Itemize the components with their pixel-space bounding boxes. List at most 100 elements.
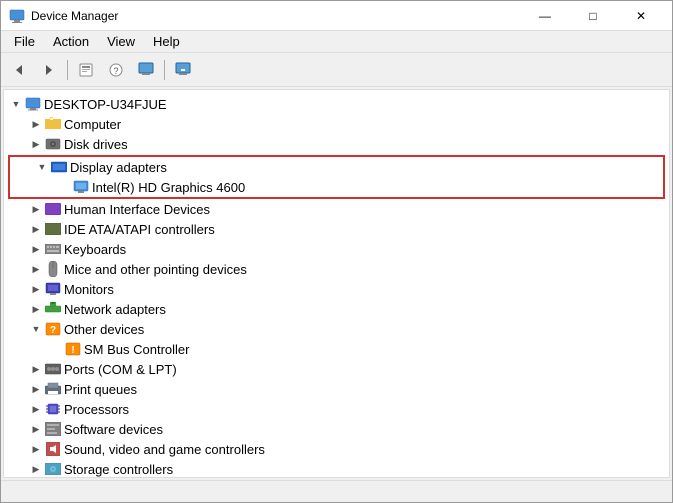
computer-icon xyxy=(24,96,42,112)
tree-item-intel-hd[interactable]: Intel(R) HD Graphics 4600 xyxy=(10,177,663,197)
mice-label: Mice and other pointing devices xyxy=(64,262,247,277)
tree-item-computer[interactable]: ▶ Computer xyxy=(4,114,669,134)
expand-sound[interactable]: ▶ xyxy=(28,441,44,457)
computer-label: Computer xyxy=(64,117,121,132)
menu-action[interactable]: Action xyxy=(44,31,98,52)
minimize-button[interactable]: — xyxy=(522,1,568,31)
tree-item-disk-drives[interactable]: ▶ Disk drives xyxy=(4,134,669,154)
properties-button[interactable] xyxy=(72,57,100,83)
display-adapters-label: Display adapters xyxy=(70,160,167,175)
mouse-icon xyxy=(44,261,62,277)
keyboard-icon xyxy=(44,241,62,257)
svg-text:!: ! xyxy=(71,345,74,356)
expand-display-adapters[interactable]: ▼ xyxy=(34,159,50,175)
monitors-label: Monitors xyxy=(64,282,114,297)
expand-disk-drives[interactable]: ▶ xyxy=(28,136,44,152)
device-tree[interactable]: ▼ DESKTOP-U34FJUE ▶ xyxy=(4,90,669,477)
forward-button[interactable] xyxy=(35,57,63,83)
software-devices-icon xyxy=(44,421,62,437)
tree-item-keyboards[interactable]: ▶ Keyboards xyxy=(4,239,669,259)
expand-other-devices[interactable]: ▼ xyxy=(28,321,44,337)
disk-drives-label: Disk drives xyxy=(64,137,128,152)
tree-item-sm-bus[interactable]: ! SM Bus Controller xyxy=(4,339,669,359)
toolbar-separator-2 xyxy=(164,60,165,80)
intel-hd-label: Intel(R) HD Graphics 4600 xyxy=(92,180,245,195)
monitor-icon xyxy=(44,281,62,297)
sm-bus-label: SM Bus Controller xyxy=(84,342,189,357)
maximize-button[interactable]: □ xyxy=(570,1,616,31)
menu-help[interactable]: Help xyxy=(144,31,189,52)
network-label: Network adapters xyxy=(64,302,166,317)
ports-icon xyxy=(44,361,62,377)
toolbar-separator-1 xyxy=(67,60,68,80)
tree-root[interactable]: ▼ DESKTOP-U34FJUE xyxy=(4,94,669,114)
other-devices-label: Other devices xyxy=(64,322,144,337)
expand-keyboards[interactable]: ▶ xyxy=(28,241,44,257)
tree-item-hid[interactable]: ▶ Human Interface Devices xyxy=(4,199,669,219)
tree-item-print-queues[interactable]: ▶ Print queues xyxy=(4,379,669,399)
status-bar xyxy=(1,480,672,502)
expand-software-devices[interactable]: ▶ xyxy=(28,421,44,437)
update-driver-button[interactable]: ? xyxy=(102,57,130,83)
keyboards-label: Keyboards xyxy=(64,242,126,257)
tree-item-network[interactable]: ▶ Network adapters xyxy=(4,299,669,319)
tree-item-mice[interactable]: ▶ Mice and other pointing devices xyxy=(4,259,669,279)
window-title: Device Manager xyxy=(31,9,522,23)
ports-label: Ports (COM & LPT) xyxy=(64,362,177,377)
ide-label: IDE ATA/ATAPI controllers xyxy=(64,222,215,237)
expand-computer[interactable]: ▶ xyxy=(28,116,44,132)
other-devices-icon: ? xyxy=(44,321,62,337)
ide-icon xyxy=(44,221,62,237)
tree-item-monitors[interactable]: ▶ Monitors xyxy=(4,279,669,299)
hid-icon xyxy=(44,201,62,217)
display-icon xyxy=(72,179,90,195)
display-adapter-icon xyxy=(50,159,68,175)
print-icon xyxy=(44,381,62,397)
print-queues-label: Print queues xyxy=(64,382,137,397)
refresh-button[interactable] xyxy=(169,57,197,83)
menu-view[interactable]: View xyxy=(98,31,144,52)
expand-ports[interactable]: ▶ xyxy=(28,361,44,377)
tree-item-software-devices[interactable]: ▶ Software devices xyxy=(4,419,669,439)
svg-text:?: ? xyxy=(50,325,56,336)
tree-item-storage[interactable]: ▶ Storage controllers xyxy=(4,459,669,477)
scan-button[interactable] xyxy=(132,57,160,83)
close-button[interactable]: ✕ xyxy=(618,1,664,31)
tree-item-sound[interactable]: ▶ Sound, video and game controllers xyxy=(4,439,669,459)
title-bar: Device Manager — □ ✕ xyxy=(1,1,672,31)
expand-network[interactable]: ▶ xyxy=(28,301,44,317)
back-button[interactable] xyxy=(5,57,33,83)
root-label: DESKTOP-U34FJUE xyxy=(44,97,167,112)
expand-hid[interactable]: ▶ xyxy=(28,201,44,217)
device-manager-window: Device Manager — □ ✕ File Action View He… xyxy=(0,0,673,503)
tree-item-display-adapters[interactable]: ▼ Display adapters xyxy=(10,157,663,177)
processor-icon xyxy=(44,401,62,417)
expand-processors[interactable]: ▶ xyxy=(28,401,44,417)
expand-print-queues[interactable]: ▶ xyxy=(28,381,44,397)
highlight-box: ▼ Display adapters xyxy=(8,155,665,199)
disk-icon xyxy=(44,136,62,152)
menu-file[interactable]: File xyxy=(5,31,44,52)
processors-label: Processors xyxy=(64,402,129,417)
storage-label: Storage controllers xyxy=(64,462,173,477)
storage-icon xyxy=(44,461,62,477)
expand-mice[interactable]: ▶ xyxy=(28,261,44,277)
expand-monitors[interactable]: ▶ xyxy=(28,281,44,297)
sound-icon xyxy=(44,441,62,457)
expand-storage[interactable]: ▶ xyxy=(28,461,44,477)
sound-label: Sound, video and game controllers xyxy=(64,442,265,457)
menu-bar: File Action View Help xyxy=(1,31,672,53)
toolbar: ? xyxy=(1,53,672,87)
tree-item-ide[interactable]: ▶ IDE ATA/ATAPI controllers xyxy=(4,219,669,239)
expand-root[interactable]: ▼ xyxy=(8,96,24,112)
network-icon xyxy=(44,301,62,317)
window-controls: — □ ✕ xyxy=(522,1,664,31)
expand-ide[interactable]: ▶ xyxy=(28,221,44,237)
tree-item-processors[interactable]: ▶ Processors xyxy=(4,399,669,419)
folder-icon xyxy=(44,116,62,132)
tree-item-other-devices[interactable]: ▼ ? Other devices xyxy=(4,319,669,339)
tree-item-ports[interactable]: ▶ Ports (COM & LPT) xyxy=(4,359,669,379)
svg-text:?: ? xyxy=(113,66,118,76)
app-icon xyxy=(9,8,25,24)
software-devices-label: Software devices xyxy=(64,422,163,437)
